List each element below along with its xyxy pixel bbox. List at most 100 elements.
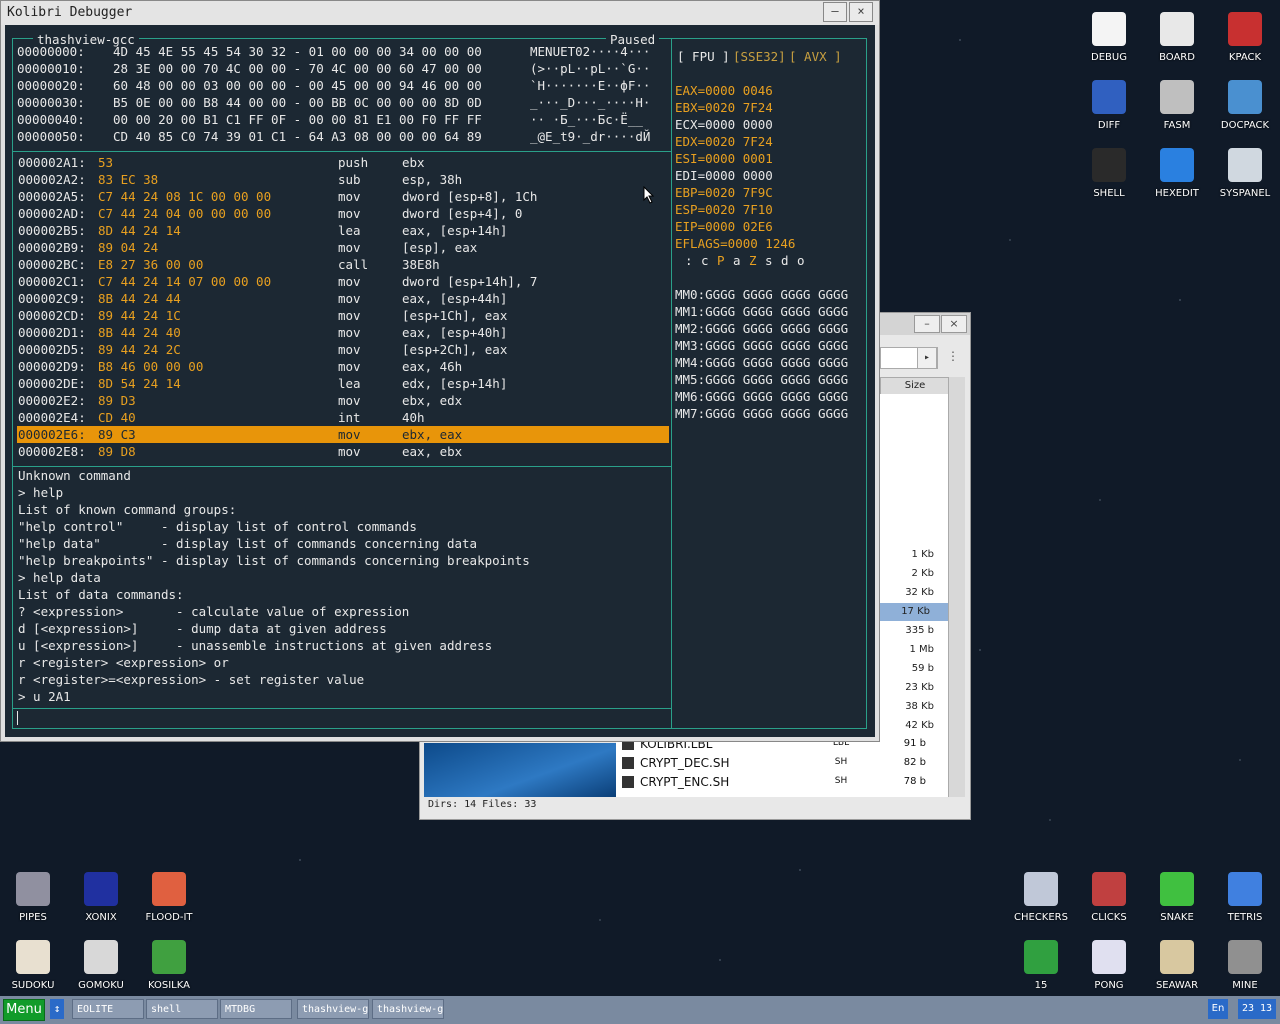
fasm-launcher[interactable]: FASM (1145, 80, 1209, 131)
file-size[interactable]: 32 Kb (880, 584, 934, 602)
taskbar-task[interactable]: thashview-g (372, 999, 444, 1019)
register-value[interactable]: EDX=0020 7F24 (675, 133, 773, 150)
pipes-launcher[interactable]: PIPES (1, 872, 65, 923)
mmx-register[interactable]: MM1:GGGG GGGG GGGG GGGG (675, 303, 848, 320)
diff-launcher[interactable]: DIFF (1077, 80, 1141, 131)
kpack-launcher[interactable]: KPACK (1213, 12, 1277, 63)
flag[interactable]: d (781, 252, 789, 269)
disasm-row[interactable]: 000002D9: B8 46 00 00 00 mov eax, 46h (17, 358, 669, 375)
flood-it-launcher[interactable]: FLOOD-IT (137, 872, 201, 923)
register-value[interactable]: EFLAGS=0000 1246 (675, 235, 795, 252)
flag[interactable]: Z (749, 252, 757, 269)
file-size[interactable]: 38 Kb (880, 698, 934, 716)
dump-ascii[interactable]: MENUET02····4··· (530, 43, 650, 60)
disasm-row[interactable]: 000002B5: 8D 44 24 14 lea eax, [esp+14h] (17, 222, 669, 239)
disasm-row[interactable]: 000002C9: 8B 44 24 44 mov eax, [esp+44h] (17, 290, 669, 307)
file-size[interactable]: 1 Kb (880, 546, 934, 564)
file-size[interactable]: 59 b (880, 660, 934, 678)
board-launcher[interactable]: BOARD (1145, 12, 1209, 63)
mine-launcher[interactable]: MINE (1213, 940, 1277, 991)
file-list-scrollbar[interactable] (948, 377, 965, 797)
xonix-launcher[interactable]: XONIX (69, 872, 133, 923)
mmx-register[interactable]: MM3:GGGG GGGG GGGG GGGG (675, 337, 848, 354)
kosilka-launcher[interactable]: KOSILKA (137, 940, 201, 991)
flag[interactable]: o (797, 252, 805, 269)
shell-launcher[interactable]: SHELL (1077, 148, 1141, 199)
file-size[interactable]: 335 b (880, 622, 934, 640)
file-size[interactable]: 2 Kb (880, 565, 934, 583)
kebab-menu-icon[interactable]: ⋮ (947, 349, 959, 363)
register-value[interactable]: EBP=0020 7F9C (675, 184, 773, 201)
file-size[interactable]: 23 Kb (880, 679, 934, 697)
disasm-row[interactable]: 000002A1: 53 push ebx (17, 154, 669, 171)
disasm-row[interactable]: 000002A2: 83 EC 38 sub esp, 38h (17, 171, 669, 188)
disasm-row[interactable]: 000002E8: 89 D8 mov eax, ebx (17, 443, 669, 460)
register-value[interactable]: ESI=0000 0001 (675, 150, 773, 167)
mmx-register[interactable]: MM5:GGGG GGGG GGGG GGGG (675, 371, 848, 388)
dump-hex[interactable]: 60 48 00 00 03 00 00 00 - 00 45 00 00 94… (113, 77, 482, 94)
clicks-launcher[interactable]: CLICKS (1077, 872, 1141, 923)
register-value[interactable]: EAX=0000 0046 (675, 82, 773, 99)
seawar-launcher[interactable]: SEAWAR (1145, 940, 1209, 991)
current-instruction-row[interactable]: 000002E6: 89 C3 mov ebx, eax (17, 426, 669, 443)
mmx-register[interactable]: MM6:GGGG GGGG GGGG GGGG (675, 388, 848, 405)
flag[interactable]: s (765, 252, 773, 269)
mmx-register[interactable]: MM7:GGGG GGGG GGGG GGGG (675, 405, 848, 422)
dump-hex[interactable]: 00 00 20 00 B1 C1 FF 0F - 00 00 81 E1 00… (113, 111, 482, 128)
mmx-register[interactable]: MM2:GGGG GGGG GGGG GGGG (675, 320, 848, 337)
tab-sse32[interactable]: [SSE32] (733, 48, 786, 65)
dump-hex[interactable]: 28 3E 00 00 70 4C 00 00 - 70 4C 00 00 60… (113, 60, 482, 77)
disasm-row[interactable]: 000002D5: 89 44 24 2C mov [esp+2Ch], eax (17, 341, 669, 358)
mmx-register[interactable]: MM4:GGGG GGGG GGGG GGGG (675, 354, 848, 371)
tab-fpu[interactable]: [ FPU ] (677, 48, 730, 65)
file-size[interactable]: 1 Mb (880, 641, 934, 659)
dump-ascii[interactable]: (>··pL··pL··`G·· (530, 60, 650, 77)
snake-launcher[interactable]: SNAKE (1145, 872, 1209, 923)
disasm-row[interactable]: 000002B9: 89 04 24 mov [esp], eax (17, 239, 669, 256)
disasm-row[interactable]: 000002AD: C7 44 24 04 00 00 00 00 mov dword… (17, 205, 669, 222)
register-value[interactable]: ECX=0000 0000 (675, 116, 773, 133)
syspanel-launcher[interactable]: SYSPANEL (1213, 148, 1277, 199)
taskbar-task[interactable]: shell (146, 999, 218, 1019)
file-size[interactable]: 42 Kb (880, 717, 934, 735)
debugger-titlebar[interactable]: Kolibri Debugger – × (1, 1, 879, 25)
size-column-header[interactable]: Size (880, 377, 950, 395)
disasm-row[interactable]: 000002A5: C7 44 24 08 1C 00 00 00 mov dword… (17, 188, 669, 205)
taskbar-task[interactable]: thashview-g (297, 999, 369, 1019)
file-row[interactable]: CRYPT_ENC.SH SH 78 b (616, 773, 948, 792)
flag[interactable]: a (733, 252, 741, 269)
file-manager-minimize-button[interactable]: – (914, 315, 940, 333)
selected-file-size[interactable]: 17 Kb (880, 603, 948, 621)
dump-hex[interactable]: B5 0E 00 00 B8 44 00 00 - 00 BB 0C 00 00… (113, 94, 482, 111)
language-indicator[interactable]: En (1208, 999, 1228, 1019)
tab-avx[interactable]: [ AVX ] (789, 48, 842, 65)
flag[interactable]: c (701, 252, 709, 269)
disasm-row[interactable]: 000002D1: 8B 44 24 40 mov eax, [esp+40h] (17, 324, 669, 341)
file-row[interactable]: CRYPT_DEC.SH SH 82 b (616, 754, 948, 773)
disasm-row[interactable]: 000002E2: 89 D3 mov ebx, edx (17, 392, 669, 409)
checkers-launcher[interactable]: CHECKERS (1009, 872, 1073, 923)
close-button[interactable]: × (849, 2, 873, 22)
disasm-row[interactable]: 000002DE: 8D 54 24 14 lea edx, [esp+14h] (17, 375, 669, 392)
dump-ascii[interactable]: `H·······E··фF·· (530, 77, 650, 94)
clock[interactable]: 23 13 (1238, 999, 1276, 1019)
file-manager-close-button[interactable]: × (941, 315, 967, 333)
gomoku-launcher[interactable]: GOMOKU (69, 940, 133, 991)
go-arrow-icon[interactable]: ▸ (917, 347, 937, 369)
hexedit-launcher[interactable]: HEXEDIT (1145, 148, 1209, 199)
taskbar-task[interactable]: MTDBG (220, 999, 292, 1019)
docpack-launcher[interactable]: DOCPACK (1213, 80, 1277, 131)
task-switch-icon[interactable]: ↕ (50, 999, 64, 1019)
command-input[interactable] (17, 710, 667, 726)
dump-hex[interactable]: 4D 45 4E 55 45 54 30 32 - 01 00 00 00 34… (113, 43, 482, 60)
dump-ascii[interactable]: _@Е_t9·_dr····dЙ (530, 128, 650, 145)
register-value[interactable]: ESP=0020 7F10 (675, 201, 773, 218)
fifteen-launcher[interactable]: 15 (1009, 940, 1073, 991)
disasm-row[interactable]: 000002BC: E8 27 36 00 00 call 38E8h (17, 256, 669, 273)
flag[interactable]: : (685, 252, 693, 269)
mmx-register[interactable]: MM0:GGGG GGGG GGGG GGGG (675, 286, 848, 303)
flag[interactable]: P (717, 252, 725, 269)
minimize-button[interactable]: – (823, 2, 847, 22)
debugger-window[interactable]: Kolibri Debugger – × thashview-gcc Pause… (0, 0, 880, 742)
debug-launcher[interactable]: DEBUG (1077, 12, 1141, 63)
